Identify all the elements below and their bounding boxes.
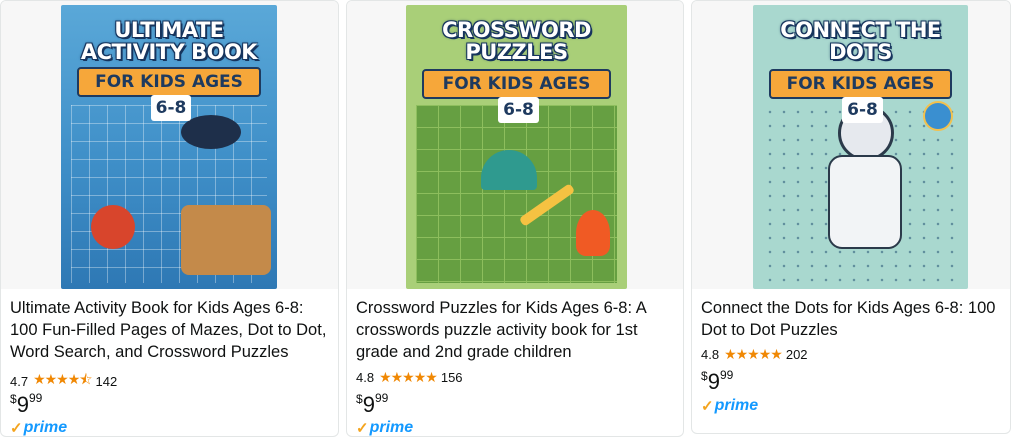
product-image-area[interactable]: CROSSWORD PUZZLES FOR KIDS AGES 6-8 — [347, 1, 683, 289]
prime-badge: ✓ prime — [356, 419, 414, 437]
price-whole: 9 — [16, 392, 29, 417]
prime-check-icon: ✓ — [701, 398, 714, 415]
maze-illustration — [181, 205, 271, 275]
star-rating-icon: ★★★★★ — [724, 346, 783, 362]
price-fraction: 99 — [28, 391, 43, 405]
prime-label: prime — [369, 419, 414, 436]
cover-band-text: FOR KIDS AGES — [786, 74, 935, 94]
product-rating[interactable]: 4.7 ★★★★⯪ 142 — [10, 369, 117, 393]
planet-illustration — [923, 101, 953, 131]
rating-value: 4.8 — [356, 370, 375, 385]
product-title-link[interactable]: Crossword Puzzles for Kids Ages 6-8: A c… — [356, 297, 675, 363]
cover-age: 6-8 — [842, 97, 883, 123]
product-price: $999 — [356, 391, 389, 418]
review-count[interactable]: 142 — [96, 374, 118, 389]
product-image-area[interactable]: ULTIMATE ACTIVITY BOOK FOR KIDS AGES 6-8 — [1, 1, 338, 289]
cover-crossword-grid — [416, 105, 617, 283]
cover-band-text: FOR KIDS AGES — [95, 72, 243, 92]
campfire-illustration — [576, 210, 610, 256]
star-rating-icon: ★★★★⯪ — [33, 371, 92, 387]
review-count[interactable]: 202 — [786, 347, 808, 362]
cover-age: 6-8 — [150, 95, 192, 121]
price-fraction: 99 — [719, 368, 734, 382]
product-card[interactable]: CONNECT THE DOTS FOR KIDS AGES 6-8 Connec… — [691, 0, 1011, 434]
product-price: $999 — [701, 368, 734, 395]
price-currency: $ — [701, 369, 708, 383]
rating-value: 4.8 — [701, 347, 720, 362]
cover-title: ULTIMATE ACTIVITY BOOK — [80, 18, 258, 64]
prime-label: prime — [714, 397, 759, 414]
octopus-illustration — [91, 205, 135, 249]
cover-band-text: FOR KIDS AGES — [442, 74, 591, 94]
book-cover-image[interactable]: ULTIMATE ACTIVITY BOOK FOR KIDS AGES 6-8 — [61, 5, 277, 289]
book-cover-image[interactable]: CROSSWORD PUZZLES FOR KIDS AGES 6-8 — [406, 5, 627, 289]
product-card[interactable]: CROSSWORD PUZZLES FOR KIDS AGES 6-8 Cross… — [346, 0, 684, 437]
cover-title: CONNECT THE DOTS — [780, 18, 941, 64]
price-whole: 9 — [362, 392, 375, 417]
product-rating[interactable]: 4.8 ★★★★★ 156 — [356, 369, 463, 386]
cover-title: CROSSWORD PUZZLES — [442, 18, 591, 64]
price-whole: 9 — [707, 369, 720, 394]
product-title-link[interactable]: Ultimate Activity Book for Kids Ages 6-8… — [10, 297, 330, 363]
prime-check-icon: ✓ — [10, 420, 23, 437]
cover-age-band: FOR KIDS AGES 6-8 — [769, 69, 952, 123]
rating-value: 4.7 — [10, 373, 29, 389]
product-title-link[interactable]: Connect the Dots for Kids Ages 6-8: 100 … — [701, 297, 1002, 341]
product-rating[interactable]: 4.8 ★★★★★ 202 — [701, 346, 808, 363]
prime-label: prime — [23, 419, 68, 436]
price-fraction: 99 — [374, 391, 389, 405]
book-cover-image[interactable]: CONNECT THE DOTS FOR KIDS AGES 6-8 — [753, 5, 968, 289]
cover-age-band: FOR KIDS AGES 6-8 — [422, 69, 611, 123]
product-price: $999 — [10, 391, 43, 418]
product-image-area[interactable]: CONNECT THE DOTS FOR KIDS AGES 6-8 — [692, 1, 1010, 289]
cover-age-band: FOR KIDS AGES 6-8 — [77, 67, 261, 121]
star-rating-icon: ★★★★★ — [379, 369, 438, 385]
prime-check-icon: ✓ — [356, 420, 369, 437]
prime-badge: ✓ prime — [10, 419, 68, 437]
product-card[interactable]: ULTIMATE ACTIVITY BOOK FOR KIDS AGES6-8 … — [0, 0, 339, 437]
price-currency: $ — [356, 392, 363, 406]
astronaut-body-illustration — [828, 155, 902, 249]
review-count[interactable]: 156 — [441, 370, 463, 385]
product-carousel-row: ULTIMATE ACTIVITY BOOK FOR KIDS AGES6-8 … — [0, 0, 1011, 437]
prime-badge: ✓ prime — [701, 397, 758, 415]
cover-age: 6-8 — [498, 97, 539, 123]
price-currency: $ — [10, 392, 17, 406]
